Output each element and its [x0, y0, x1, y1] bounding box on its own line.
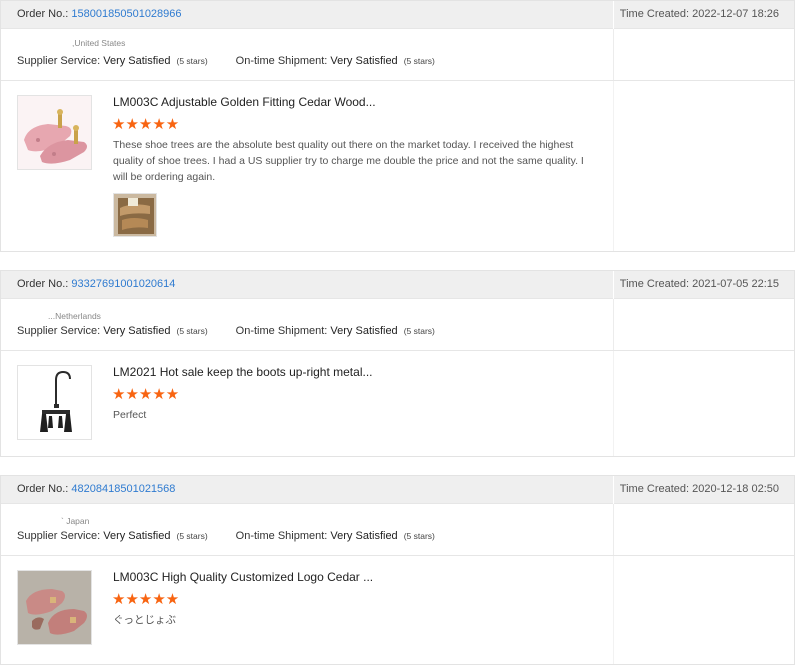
- buyer-country: ` Japan: [61, 516, 90, 526]
- cedar-shoe-tree-image: [18, 571, 91, 644]
- supplier-service-rating: Very Satisfied: [103, 55, 171, 67]
- product-review: LM2021 Hot sale keep the boots up-right …: [1, 351, 794, 456]
- review-text: These shoe trees are the absolute best q…: [113, 139, 584, 183]
- shipment-rating: Very Satisfied: [330, 55, 398, 67]
- review-photo-image: [114, 194, 156, 236]
- supplier-service-stars: (5 stars): [176, 56, 208, 66]
- time-created: Time Created: 2022-12-07 18:26: [619, 8, 779, 20]
- time-created: Time Created: 2021-07-05 22:15: [619, 278, 779, 290]
- seller-ratings: Supplier Service: Very Satisfied (5 stars…: [17, 530, 435, 542]
- divider: [613, 29, 614, 80]
- product-thumbnail[interactable]: [17, 570, 92, 645]
- product-thumbnail[interactable]: [17, 95, 92, 170]
- star-rating: ★★★★★: [112, 591, 180, 608]
- product-review: LM003C High Quality Customized Logo Ceda…: [1, 556, 794, 664]
- boot-hanger-image: [18, 366, 91, 439]
- buyer-info: ,United States Supplier Service: Very Sa…: [1, 29, 794, 81]
- product-title-link[interactable]: LM2021 Hot sale keep the boots up-right …: [113, 365, 372, 379]
- seller-ratings: Supplier Service: Very Satisfied (5 stars…: [17, 325, 435, 337]
- time-created-value: 2021-07-05 22:15: [692, 278, 779, 290]
- divider: [613, 351, 614, 456]
- shipment-stars: (5 stars): [403, 326, 435, 336]
- divider: [613, 476, 614, 504]
- feedback-card: Order No.: 93327691001020614 Time Create…: [0, 270, 795, 457]
- shipment-stars: (5 stars): [403, 56, 435, 66]
- order-number-label: Order No.: 48208418501021568: [17, 483, 176, 495]
- review-photo[interactable]: [113, 193, 157, 237]
- divider: [613, 504, 614, 555]
- shipment-rating: Very Satisfied: [330, 325, 398, 337]
- star-rating: ★★★★★: [112, 386, 180, 403]
- star-rating: ★★★★★: [112, 116, 180, 133]
- order-number-label: Order No.: 93327691001020614: [17, 278, 176, 290]
- time-created-value: 2020-12-18 02:50: [692, 483, 779, 495]
- order-header: Order No.: 48208418501021568 Time Create…: [1, 476, 794, 504]
- supplier-service-stars: (5 stars): [176, 326, 208, 336]
- divider: [613, 81, 614, 251]
- time-created: Time Created: 2020-12-18 02:50: [619, 483, 779, 495]
- buyer-country: ...Netherlands: [48, 311, 101, 321]
- shipment-rating: Very Satisfied: [330, 530, 398, 542]
- buyer-country: ,United States: [72, 38, 126, 48]
- time-created-value: 2022-12-07 18:26: [692, 8, 779, 20]
- supplier-service-rating: Very Satisfied: [103, 530, 171, 542]
- divider: [613, 556, 614, 664]
- supplier-service-stars: (5 stars): [176, 531, 208, 541]
- supplier-service-rating: Very Satisfied: [103, 325, 171, 337]
- buyer-info: ` Japan Supplier Service: Very Satisfied…: [1, 504, 794, 556]
- order-number-label: Order No.: 158001850501028966: [17, 8, 182, 20]
- feedback-card: Order No.: 48208418501021568 Time Create…: [0, 475, 795, 665]
- order-header: Order No.: 93327691001020614 Time Create…: [1, 271, 794, 299]
- order-number-link[interactable]: 93327691001020614: [71, 278, 175, 290]
- review-text: ぐっとじょぶ: [113, 614, 176, 626]
- product-thumbnail[interactable]: [17, 365, 92, 440]
- feedback-card: Order No.: 158001850501028966 Time Creat…: [0, 0, 795, 252]
- product-review: LM003C Adjustable Golden Fitting Cedar W…: [1, 81, 794, 251]
- order-number-link[interactable]: 48208418501021568: [71, 483, 175, 495]
- divider: [613, 271, 614, 299]
- shipment-stars: (5 stars): [403, 531, 435, 541]
- order-number-link[interactable]: 158001850501028966: [71, 8, 181, 20]
- product-title-link[interactable]: LM003C High Quality Customized Logo Ceda…: [113, 570, 373, 584]
- order-header: Order No.: 158001850501028966 Time Creat…: [1, 1, 794, 29]
- product-title-link[interactable]: LM003C Adjustable Golden Fitting Cedar W…: [113, 95, 376, 109]
- buyer-info: ...Netherlands Supplier Service: Very Sa…: [1, 299, 794, 351]
- shoe-tree-image: [18, 96, 91, 169]
- divider: [613, 1, 614, 29]
- review-text: Perfect: [113, 409, 147, 421]
- divider: [613, 299, 614, 350]
- seller-ratings: Supplier Service: Very Satisfied (5 stars…: [17, 55, 435, 67]
